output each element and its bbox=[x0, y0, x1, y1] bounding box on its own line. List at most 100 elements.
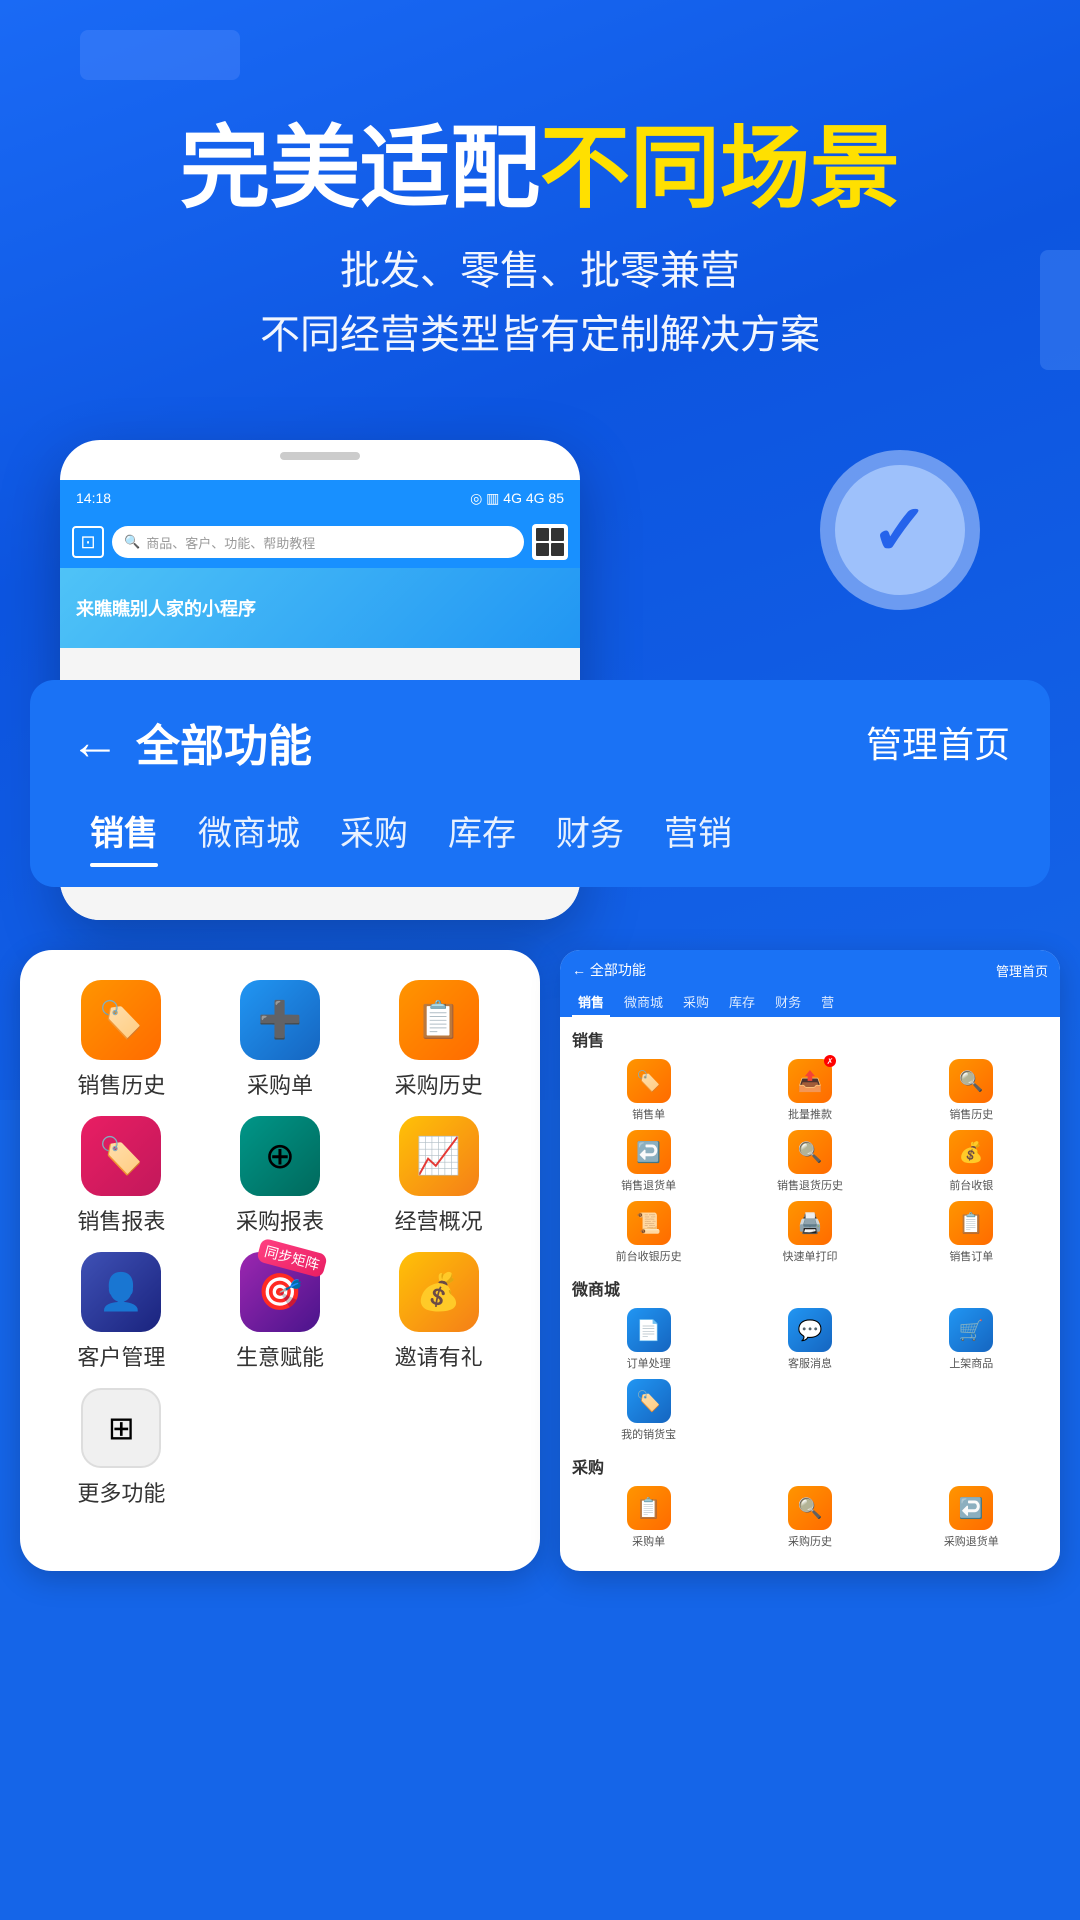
more-label: 更多功能 bbox=[77, 1476, 165, 1508]
main-panel: ← 全部功能 管理首页 销售 微商城 采购 库存 财务 营销 bbox=[30, 680, 1050, 887]
business-empower-icon: 🎯 同步矩阵 bbox=[240, 1252, 320, 1332]
right-sales-hist-icon: 🔍 bbox=[949, 1059, 993, 1103]
right-sales-sub-order[interactable]: 📋 销售订单 bbox=[895, 1201, 1048, 1264]
panel-manage-btn[interactable]: 管理首页 bbox=[866, 716, 1010, 768]
invite-gift-icon: 💰 bbox=[399, 1252, 479, 1332]
right-manage-btn[interactable]: 管理首页 bbox=[996, 961, 1048, 980]
right-tab-marketing[interactable]: 营 bbox=[815, 988, 840, 1017]
right-sales-hist[interactable]: 🔍 销售历史 bbox=[895, 1059, 1048, 1122]
right-quick-print-label: 快速单打印 bbox=[782, 1248, 837, 1264]
right-tabs: 销售 微商城 采购 库存 财务 营 bbox=[572, 988, 1048, 1017]
panel-back[interactable]: ← 全部功能 bbox=[70, 710, 312, 774]
right-sales-order-label: 销售单 bbox=[632, 1106, 665, 1122]
right-order-process-icon: 📄 bbox=[627, 1308, 671, 1352]
right-pur-hist-icon: 🔍 bbox=[788, 1486, 832, 1530]
right-customer-msg-icon: 💬 bbox=[788, 1308, 832, 1352]
right-tab-sales[interactable]: 销售 bbox=[572, 988, 610, 1017]
feature-purchase-order[interactable]: ➕ 采购单 bbox=[209, 980, 352, 1100]
right-batch-push-icon: 📤 ✗ bbox=[788, 1059, 832, 1103]
subtitle-line1: 批发、零售、批零兼营 bbox=[60, 239, 1020, 303]
right-pur-order-label: 采购单 bbox=[632, 1533, 665, 1549]
right-tab-micro[interactable]: 微商城 bbox=[618, 988, 669, 1017]
feature-invite-gift[interactable]: 💰 邀请有礼 bbox=[367, 1252, 510, 1372]
right-pur-return-icon: ↩️ bbox=[949, 1486, 993, 1530]
subtitle-line2: 不同经营类型皆有定制解决方案 bbox=[60, 303, 1020, 367]
right-header-row: ← 全部功能 管理首页 bbox=[572, 960, 1048, 980]
hero-subtitle: 批发、零售、批零兼营 不同经营类型皆有定制解决方案 bbox=[60, 239, 1020, 367]
right-order-process-label: 订单处理 bbox=[627, 1355, 671, 1371]
new-badge: 同步矩阵 bbox=[256, 1238, 328, 1279]
feature-sales-history[interactable]: 🏷️ 销售历史 bbox=[50, 980, 193, 1100]
phone-search-input[interactable]: 🔍 商品、客户、功能、帮助教程 bbox=[112, 526, 524, 558]
right-phone: ← 全部功能 管理首页 销售 微商城 采购 库存 财务 营 销售 🏷️ 销售单 bbox=[560, 950, 1060, 1571]
right-sales-title: 销售 bbox=[572, 1027, 1048, 1051]
right-batch-push[interactable]: 📤 ✗ 批量推款 bbox=[733, 1059, 886, 1122]
right-cashier-hist[interactable]: 📜 前台收银历史 bbox=[572, 1201, 725, 1264]
right-order-process[interactable]: 📄 订单处理 bbox=[572, 1308, 725, 1371]
tab-sales[interactable]: 销售 bbox=[70, 798, 178, 867]
right-pur-hist[interactable]: 🔍 采购历史 bbox=[733, 1486, 886, 1549]
right-customer-msg-label: 客服消息 bbox=[788, 1355, 832, 1371]
phone-search-bar: ⊡ 🔍 商品、客户、功能、帮助教程 bbox=[60, 516, 580, 568]
feature-purchase-history[interactable]: 📋 采购历史 bbox=[367, 980, 510, 1100]
right-list-goods[interactable]: 🛒 上架商品 bbox=[895, 1308, 1048, 1371]
right-my-store[interactable]: 🏷️ 我的销货宝 bbox=[572, 1379, 725, 1442]
phone-time: 14:18 bbox=[76, 490, 111, 506]
right-tab-finance[interactable]: 财务 bbox=[769, 988, 807, 1017]
scan-icon: ⊡ bbox=[72, 526, 104, 558]
right-sales-return[interactable]: ↩️ 销售退货单 bbox=[572, 1130, 725, 1193]
purchase-history-label: 采购历史 bbox=[395, 1068, 483, 1100]
right-pur-order[interactable]: 📋 采购单 bbox=[572, 1486, 725, 1549]
left-phone: 🏷️ 销售历史 ➕ 采购单 📋 采购历史 🏷️ 销售报表 ⊕ bbox=[20, 950, 540, 1571]
feature-more[interactable]: ⊞ 更多功能 bbox=[50, 1388, 193, 1508]
right-my-store-label: 我的销货宝 bbox=[621, 1426, 676, 1442]
right-tab-inventory[interactable]: 库存 bbox=[723, 988, 761, 1017]
tab-micro-mall[interactable]: 微商城 bbox=[178, 798, 320, 867]
tab-purchase[interactable]: 采购 bbox=[320, 798, 428, 867]
right-phone-content: 销售 🏷️ 销售单 📤 ✗ 批量推款 🔍 销售历史 bbox=[560, 1017, 1060, 1571]
tab-inventory[interactable]: 库存 bbox=[428, 798, 536, 867]
right-cashier-label: 前台收银 bbox=[949, 1177, 993, 1193]
feature-business-overview[interactable]: 📈 经营概况 bbox=[367, 1116, 510, 1236]
feature-sales-report[interactable]: 🏷️ 销售报表 bbox=[50, 1116, 193, 1236]
right-pur-return[interactable]: ↩️ 采购退货单 bbox=[895, 1486, 1048, 1549]
right-quick-print[interactable]: 🖨️ 快速单打印 bbox=[733, 1201, 886, 1264]
business-overview-icon: 📈 bbox=[399, 1116, 479, 1196]
right-sales-order[interactable]: 🏷️ 销售单 bbox=[572, 1059, 725, 1122]
right-micro-title: 微商城 bbox=[572, 1276, 1048, 1300]
phone-notch bbox=[280, 452, 360, 460]
right-sales-grid: 🏷️ 销售单 📤 ✗ 批量推款 🔍 销售历史 ↩️ 销售退货单 bbox=[572, 1059, 1048, 1264]
right-cashier[interactable]: 💰 前台收银 bbox=[895, 1130, 1048, 1193]
hero-section: 完美适配不同场景 批发、零售、批零兼营 不同经营类型皆有定制解决方案 bbox=[0, 120, 1080, 367]
feature-customer-manage[interactable]: 👤 客户管理 bbox=[50, 1252, 193, 1372]
right-sales-return-icon: ↩️ bbox=[627, 1130, 671, 1174]
right-return-hist[interactable]: 🔍 销售退货历史 bbox=[733, 1130, 886, 1193]
right-pur-hist-label: 采购历史 bbox=[788, 1533, 832, 1549]
tab-finance[interactable]: 财务 bbox=[536, 798, 644, 867]
feature-purchase-report[interactable]: ⊕ 采购报表 bbox=[209, 1116, 352, 1236]
right-my-store-icon: 🏷️ bbox=[627, 1379, 671, 1423]
right-back-btn[interactable]: ← 全部功能 bbox=[572, 960, 646, 980]
phone-banner: 来瞧瞧别人家的小程序 bbox=[60, 568, 580, 648]
panel-header: ← 全部功能 管理首页 bbox=[70, 710, 1010, 774]
feature-business-empower[interactable]: 🎯 同步矩阵 生意赋能 bbox=[209, 1252, 352, 1372]
right-list-goods-label: 上架商品 bbox=[949, 1355, 993, 1371]
tab-marketing[interactable]: 营销 bbox=[644, 798, 752, 867]
right-cashier-hist-label: 前台收银历史 bbox=[616, 1248, 682, 1264]
right-back-label: ← 全部功能 bbox=[572, 960, 646, 980]
search-placeholder: 商品、客户、功能、帮助教程 bbox=[146, 533, 315, 552]
panel-title: 全部功能 bbox=[136, 710, 312, 774]
purchase-order-label: 采购单 bbox=[247, 1068, 313, 1100]
check-mark-icon: ✓ bbox=[871, 495, 930, 565]
phone-status-icons: ◎ ▥ 4G 4G 85 bbox=[470, 490, 564, 507]
feature-grid: 🏷️ 销售历史 ➕ 采购单 📋 采购历史 🏷️ 销售报表 ⊕ bbox=[40, 970, 520, 1518]
left-phone-content: 🏷️ 销售历史 ➕ 采购单 📋 采购历史 🏷️ 销售报表 ⊕ bbox=[20, 950, 540, 1538]
bottom-area: 🏷️ 销售历史 ➕ 采购单 📋 采购历史 🏷️ 销售报表 ⊕ bbox=[0, 950, 1080, 1571]
right-sales-return-label: 销售退货单 bbox=[621, 1177, 676, 1193]
right-customer-msg[interactable]: 💬 客服消息 bbox=[733, 1308, 886, 1371]
right-tab-purchase[interactable]: 采购 bbox=[677, 988, 715, 1017]
check-circle: ✓ bbox=[820, 450, 980, 610]
customer-manage-icon: 👤 bbox=[81, 1252, 161, 1332]
panel-tabs: 销售 微商城 采购 库存 财务 营销 bbox=[70, 798, 1010, 867]
more-icon: ⊞ bbox=[81, 1388, 161, 1468]
